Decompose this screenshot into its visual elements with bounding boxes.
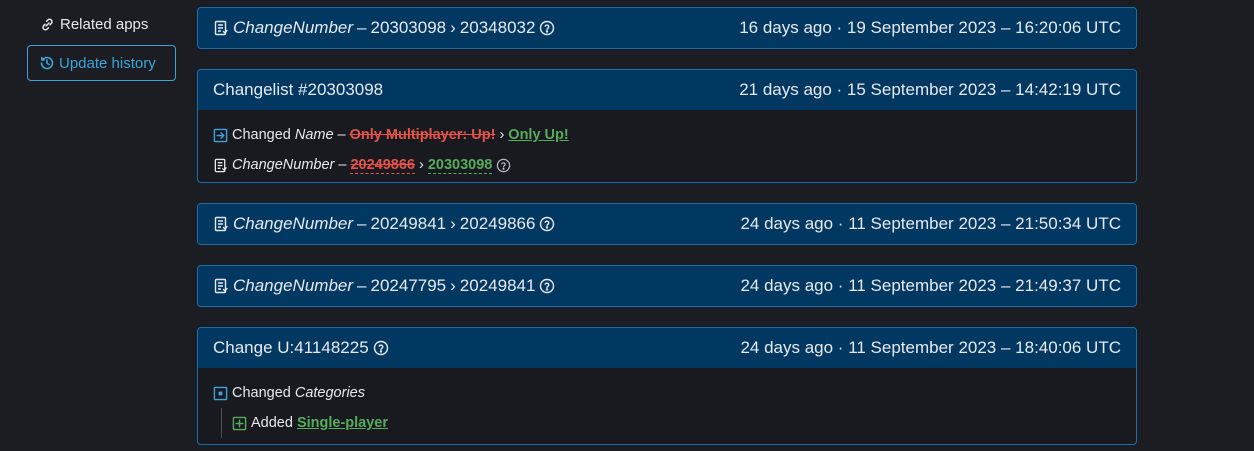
- timestamp: 16 days ago · 19 September 2023 – 16:20:…: [739, 18, 1121, 37]
- history-entry-header: Change U:41148225 24 days ago · 11 Septe…: [198, 328, 1136, 368]
- field-name: Categories: [294, 385, 365, 401]
- timestamp: 24 days ago · 11 September 2023 – 21:50:…: [740, 214, 1121, 233]
- old-value[interactable]: 20249866: [350, 157, 415, 174]
- timestamp: 21 days ago · 15 September 2023 – 14:42:…: [739, 80, 1121, 99]
- sidebar-item-update-history[interactable]: Update history: [27, 45, 176, 81]
- history-entry: ChangeNumber – 20247795 › 20249841 24 da…: [197, 265, 1137, 307]
- arrow: ›: [450, 214, 456, 233]
- history-entry-header: ChangeNumber – 20303098 › 20348032 16 da…: [198, 8, 1136, 48]
- old-value: 20303098: [370, 18, 447, 37]
- old-value: 20247795: [370, 276, 447, 295]
- new-value: 20249841: [459, 276, 536, 295]
- history-entry: Change U:41148225 24 days ago · 11 Septe…: [197, 327, 1137, 445]
- history-entry-header: ChangeNumber – 20247795 › 20249841 24 da…: [198, 266, 1136, 306]
- field-name: Name: [294, 127, 334, 143]
- changed-icon: [213, 128, 228, 143]
- link-icon: [40, 17, 55, 32]
- history-entry-header: ChangeNumber – 20249841 › 20249866 24 da…: [198, 204, 1136, 244]
- help-icon[interactable]: [539, 20, 555, 36]
- changenumber-icon: [213, 278, 229, 294]
- timestamp: 24 days ago · 11 September 2023 – 21:49:…: [740, 276, 1121, 295]
- new-value: Only Up!: [508, 127, 569, 143]
- change-verb: Changed: [232, 127, 291, 143]
- separator: –: [357, 214, 367, 233]
- added-icon: [232, 416, 247, 431]
- history-entry-body: Changed Categories Added Single-player: [198, 368, 1136, 444]
- sidebar-item-label: Related apps: [60, 16, 149, 33]
- change-row: Changed Categories: [213, 378, 1121, 408]
- help-icon[interactable]: [539, 216, 555, 232]
- separator: –: [337, 127, 346, 143]
- field-name: ChangeNumber: [233, 276, 354, 295]
- change-verb: Changed: [232, 385, 291, 401]
- arrow: ›: [450, 18, 456, 37]
- field-name: ChangeNumber: [233, 214, 354, 233]
- old-value: Only Multiplayer: Up!: [349, 127, 496, 143]
- timestamp: 24 days ago · 11 September 2023 – 18:40:…: [740, 338, 1121, 357]
- changenumber-icon: [213, 20, 229, 36]
- history-entry-body: Changed Name – Only Multiplayer: Up! › O…: [198, 110, 1136, 182]
- changenumber-icon: [213, 158, 228, 173]
- sidebar-item-label: Update history: [59, 54, 156, 72]
- changed-icon: [213, 386, 228, 401]
- change-row: Added Single-player: [232, 408, 1121, 438]
- history-entry-header: Changelist #20303098 21 days ago · 15 Se…: [198, 70, 1136, 110]
- separator: –: [357, 18, 367, 37]
- change-row: ChangeNumber – 20249866 › 20303098: [213, 150, 1121, 180]
- separator: –: [357, 276, 367, 295]
- new-value: 20348032: [459, 18, 536, 37]
- change-verb: Added: [251, 415, 293, 431]
- arrow: ›: [499, 127, 505, 143]
- added-value[interactable]: Single-player: [297, 415, 388, 431]
- new-value[interactable]: 20303098: [427, 157, 493, 174]
- old-value: 20249841: [370, 214, 447, 233]
- history-entry: ChangeNumber – 20249841 › 20249866 24 da…: [197, 203, 1137, 245]
- changenumber-icon: [213, 216, 229, 232]
- arrow: ›: [418, 157, 424, 173]
- separator: –: [338, 157, 347, 173]
- change-title[interactable]: Change U:41148225: [213, 338, 369, 358]
- help-icon[interactable]: [373, 340, 389, 356]
- field-name: ChangeNumber: [233, 18, 354, 37]
- help-icon[interactable]: [539, 278, 555, 294]
- changelist-title[interactable]: Changelist #20303098: [213, 80, 383, 100]
- help-icon[interactable]: [496, 158, 511, 173]
- history-icon: [39, 55, 55, 71]
- arrow: ›: [450, 276, 456, 295]
- field-name: ChangeNumber: [232, 157, 335, 173]
- sidebar-item-related-apps[interactable]: Related apps: [40, 16, 148, 33]
- nested-changes: Added Single-player: [221, 408, 1121, 438]
- history-entry: Changelist #20303098 21 days ago · 15 Se…: [197, 69, 1137, 183]
- new-value: 20249866: [459, 214, 536, 233]
- change-row: Changed Name – Only Multiplayer: Up! › O…: [213, 120, 1121, 150]
- history-entry: ChangeNumber – 20303098 › 20348032 16 da…: [197, 7, 1137, 49]
